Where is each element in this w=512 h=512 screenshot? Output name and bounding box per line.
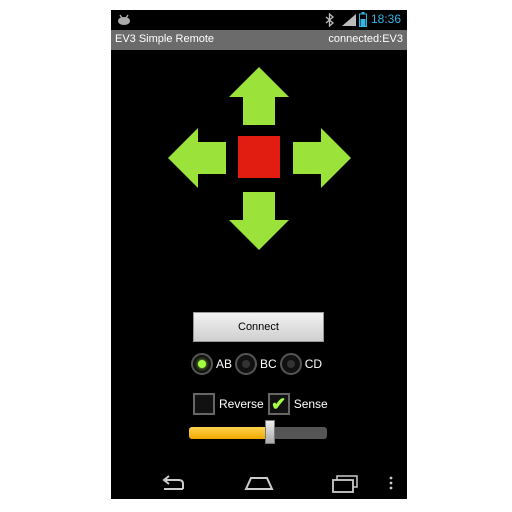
phone-screen: 18:36 EV3 Simple Remote connected:EV3 Co… (111, 10, 407, 499)
reverse-label: Reverse (219, 397, 264, 411)
right-arrow-button[interactable] (293, 128, 351, 188)
motor-port-group: AB BC CD (191, 353, 325, 375)
radio-cd[interactable] (279, 353, 302, 375)
connect-button[interactable]: Connect (193, 312, 324, 342)
menu-icon[interactable] (389, 475, 393, 491)
radio-bc[interactable] (235, 353, 258, 375)
radio-ab-label: AB (216, 357, 233, 371)
options-row: Reverse ✔ Sense (193, 393, 332, 415)
radio-bc-label: BC (260, 357, 277, 371)
back-icon[interactable] (159, 475, 187, 493)
recent-apps-icon[interactable] (331, 475, 359, 493)
reverse-checkbox[interactable] (193, 393, 215, 415)
direction-pad (168, 67, 351, 250)
home-icon[interactable] (244, 475, 274, 491)
sense-label: Sense (293, 397, 328, 411)
radio-ab[interactable] (191, 353, 213, 375)
radio-cd-label: CD (304, 357, 323, 371)
sense-checkbox[interactable]: ✔ (267, 393, 290, 415)
speed-slider-thumb[interactable] (265, 420, 276, 444)
navigation-bar (111, 469, 407, 499)
forward-arrow-button[interactable] (229, 67, 289, 125)
checkmark-icon: ✔ (271, 394, 287, 414)
left-arrow-button[interactable] (168, 128, 226, 188)
stop-button[interactable] (238, 136, 280, 178)
speed-slider[interactable] (189, 427, 327, 439)
backward-arrow-button[interactable] (229, 192, 289, 250)
speed-slider-fill (189, 427, 271, 439)
